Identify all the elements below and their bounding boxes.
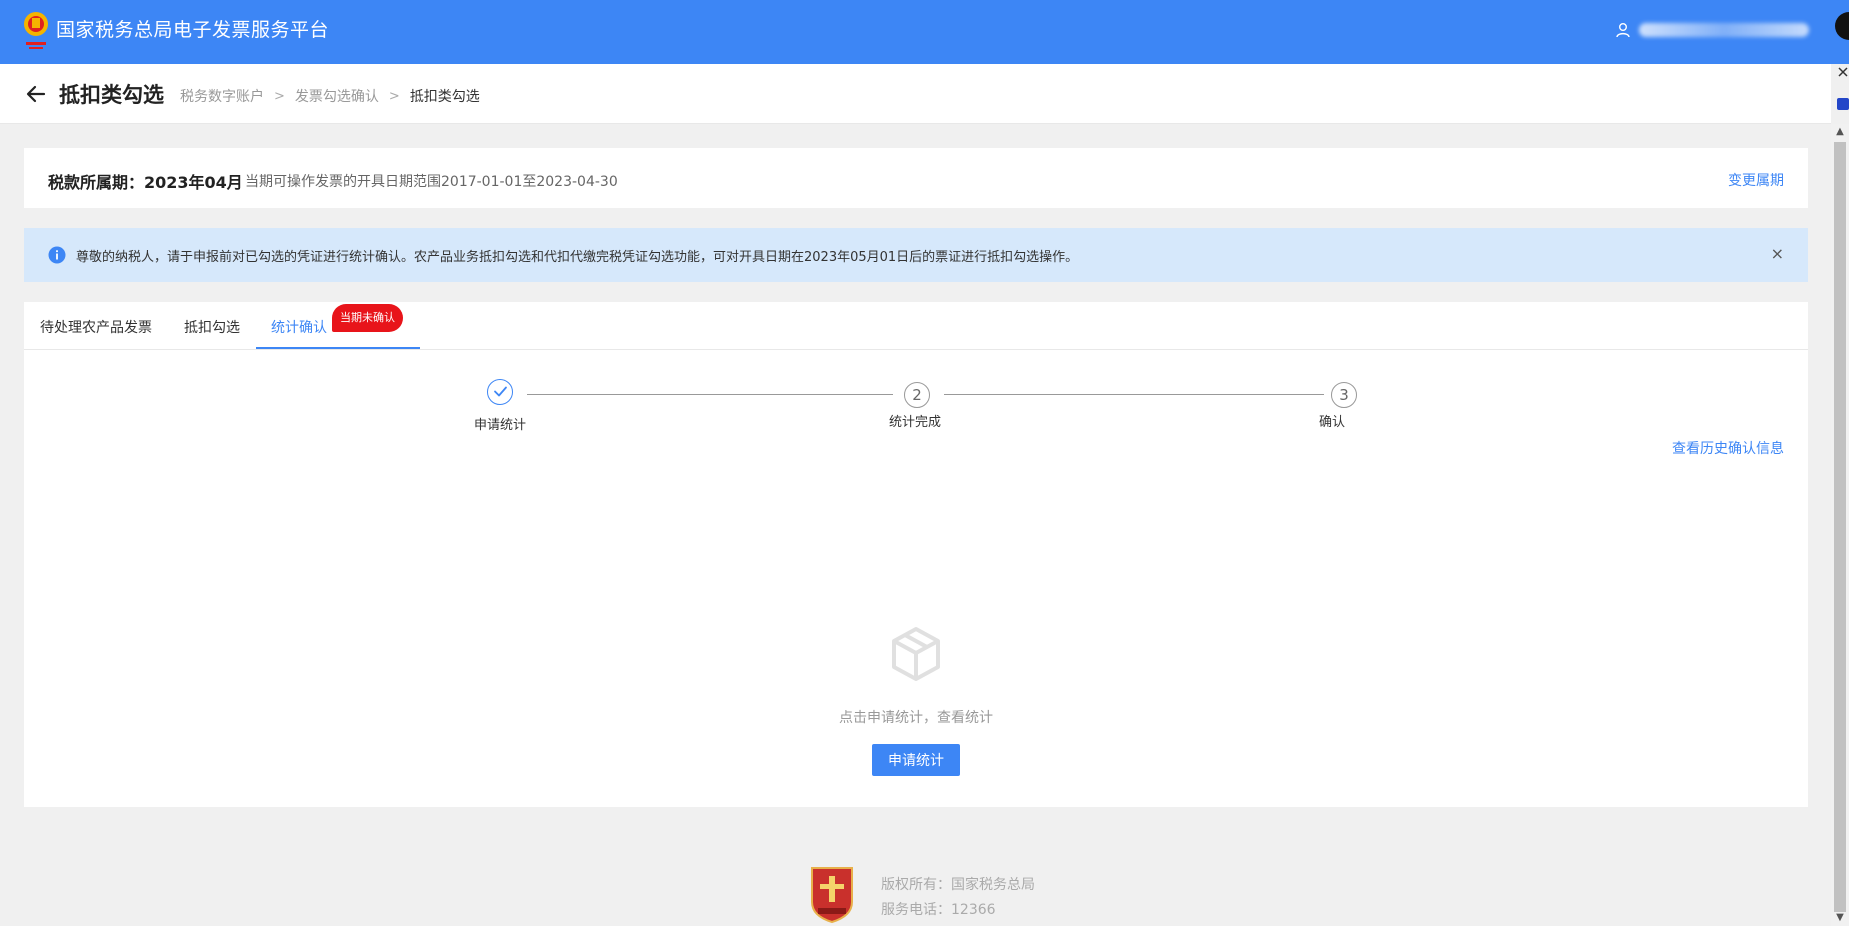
info-icon: [48, 246, 66, 264]
footer-copyright: 版权所有：国家税务总局: [881, 877, 1035, 893]
apply-statistics-button[interactable]: 申请统计: [872, 744, 960, 776]
back-arrow-icon[interactable]: [24, 82, 48, 106]
change-period-link[interactable]: 变更属期: [1728, 170, 1784, 190]
tab-statistics-confirm[interactable]: 统计确认: [271, 317, 327, 337]
period-range-text: 当期可操作发票的开具日期范围2017-01-01至2023-04-30: [245, 174, 618, 190]
period-label: 税款所属期：: [48, 173, 145, 192]
scroll-down-icon[interactable]: ▼: [1831, 910, 1849, 926]
mascot-widget-icon[interactable]: [1835, 6, 1849, 110]
footer-emblem-icon: [811, 867, 853, 924]
tax-period-card: 税款所属期： 2023年04月 当期可操作发票的开具日期范围2017-01-01…: [24, 148, 1808, 208]
top-header: 国家税务总局电子发票服务平台: [0, 0, 1849, 110]
step-3-label: 确认: [1319, 415, 1346, 430]
user-menu[interactable]: [1615, 22, 1809, 38]
scroll-up-icon[interactable]: ▲: [1831, 124, 1849, 140]
empty-box-icon: [892, 627, 940, 681]
user-icon: [1616, 23, 1630, 38]
scroll-thumb[interactable]: [1834, 142, 1846, 912]
check-icon: [493, 386, 507, 397]
view-history-link[interactable]: 查看历史确认信息: [1672, 438, 1784, 458]
period-value: 2023年04月: [144, 173, 243, 192]
tab-bar: 待处理农产品发票 抵扣勾选 统计确认 当期未确认: [24, 302, 1808, 350]
step-1-check-icon: [487, 379, 513, 405]
page-scrollbar[interactable]: ▲ ▼: [1831, 124, 1849, 926]
app-title: 国家税务总局电子发票服务平台: [56, 19, 330, 41]
step-connector: [944, 394, 1324, 395]
notice-text: 尊敬的纳税人，请于申报前对已勾选的凭证进行统计确认。农产品业务抵扣勾选和代扣代缴…: [76, 250, 1079, 265]
tab-pending-agri-invoices[interactable]: 待处理农产品发票: [40, 317, 152, 337]
breadcrumb-item-invoice-select[interactable]: 发票勾选确认: [295, 86, 379, 106]
tab-deduction-select[interactable]: 抵扣勾选: [184, 317, 240, 337]
status-badge: 当期未确认: [332, 304, 403, 332]
step-connector: [527, 394, 893, 395]
empty-state-message: 点击申请统计，查看统计: [839, 710, 993, 726]
close-icon[interactable]: ×: [1771, 244, 1784, 263]
step-2-label: 统计完成: [889, 415, 942, 430]
step-3-circle: 3: [1331, 382, 1357, 408]
user-name-redacted: [1639, 23, 1809, 37]
breadcrumb-item-current: 抵扣类勾选: [409, 89, 480, 105]
breadcrumb-separator-icon: >: [388, 88, 400, 104]
page-header: 抵扣类勾选 税务数字账户 > 发票勾选确认 > 抵扣类勾选: [0, 64, 1831, 124]
active-tab-indicator: [256, 347, 420, 349]
step-2-circle: 2: [904, 382, 930, 408]
breadcrumb-item-account[interactable]: 税务数字账户: [180, 86, 264, 106]
page-title: 抵扣类勾选: [59, 83, 164, 107]
breadcrumb-separator-icon: >: [274, 88, 285, 104]
breadcrumb: 税务数字账户 > 发票勾选确认 > 抵扣类勾选: [180, 86, 480, 106]
tax-emblem-icon: [24, 12, 48, 49]
main-panel: 待处理农产品发票 抵扣勾选 统计确认 当期未确认 2 3 申请统计 统计完成 确…: [24, 302, 1808, 807]
step-1-label: 申请统计: [474, 418, 527, 433]
notice-banner: 尊敬的纳税人，请于申报前对已勾选的凭证进行统计确认。农产品业务抵扣勾选和代扣代缴…: [24, 228, 1808, 282]
footer-phone: 服务电话：12366: [881, 902, 996, 918]
